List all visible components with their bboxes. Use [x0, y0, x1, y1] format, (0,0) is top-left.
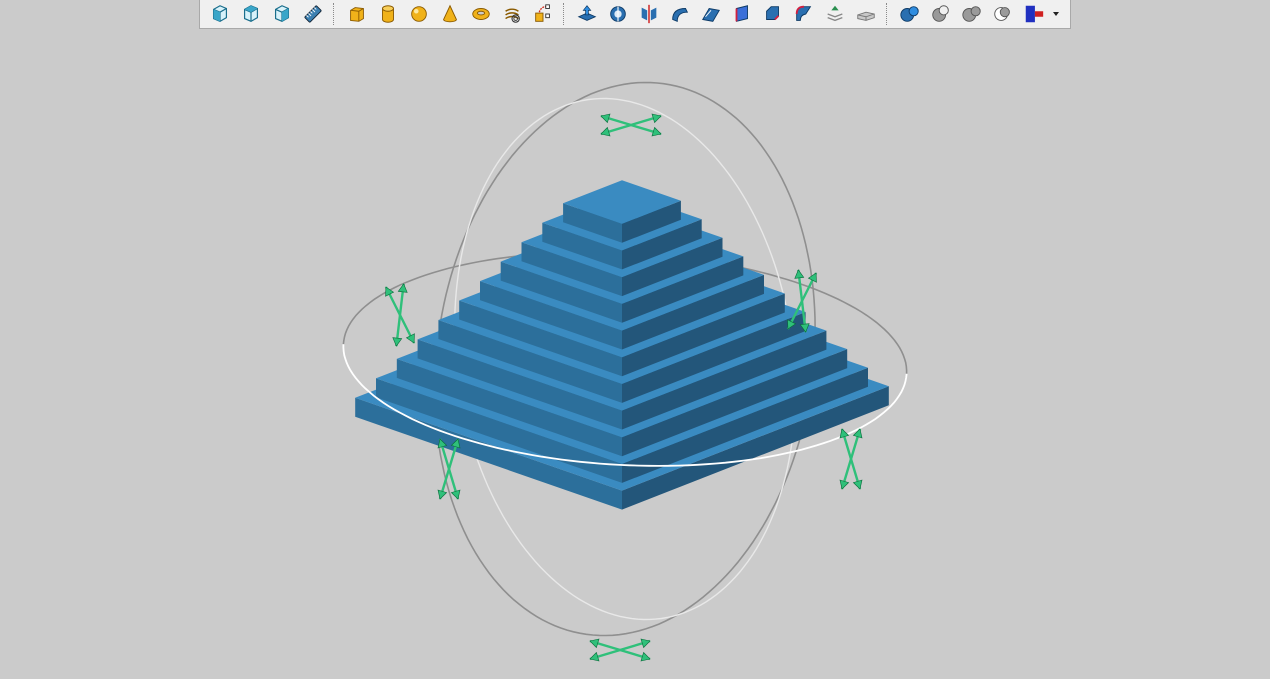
t-split-button[interactable]	[1020, 1, 1048, 27]
boolean-intersect-button[interactable]	[989, 1, 1017, 27]
ruler-measure-icon	[303, 5, 322, 23]
spring-primitive-button[interactable]	[498, 1, 526, 27]
view-cube-side-button[interactable]	[268, 1, 296, 27]
face-button[interactable]	[728, 1, 756, 27]
view-cube-front-icon	[212, 5, 227, 22]
plate-icon	[856, 11, 875, 21]
stepped-pyramid-model[interactable]	[355, 180, 889, 510]
layers-icon	[826, 5, 843, 22]
view-cube-iso-icon	[243, 5, 258, 22]
boolean-union-button[interactable]	[896, 1, 924, 27]
extrude-button[interactable]	[573, 1, 601, 27]
sweep-icon	[671, 8, 688, 23]
rotation-handle-5[interactable]	[839, 428, 863, 490]
3d-viewport[interactable]	[0, 29, 1270, 679]
toolbar-group-boolean	[894, 0, 1049, 28]
plate-button[interactable]	[852, 1, 880, 27]
chamfer-button[interactable]	[759, 1, 787, 27]
ruler-measure-button[interactable]	[299, 1, 327, 27]
scene-canvas[interactable]	[0, 29, 1270, 679]
cylinder-primitive-icon	[381, 5, 394, 23]
fillet-button[interactable]	[790, 1, 818, 27]
boolean-subtract-icon	[931, 5, 949, 22]
chamfer-icon	[765, 6, 779, 21]
toolbar-dropdown-button[interactable]	[1049, 1, 1063, 27]
toolbar-group-primitives	[341, 0, 558, 28]
view-cube-iso-button[interactable]	[237, 1, 265, 27]
cone-primitive-icon	[442, 4, 457, 23]
face-icon	[735, 5, 748, 22]
loft-icon	[701, 7, 720, 22]
curve-primitive-icon	[534, 4, 550, 22]
sphere-primitive-icon	[410, 6, 427, 22]
toolbar-group-operations	[571, 0, 881, 28]
toolbar-separator	[563, 3, 566, 25]
revolve-button[interactable]	[604, 1, 632, 27]
extrude-icon	[577, 5, 596, 21]
curve-primitive-button[interactable]	[529, 1, 557, 27]
toolbar-group-view-tools	[204, 0, 328, 28]
cone-primitive-button[interactable]	[436, 1, 464, 27]
mirror-button[interactable]	[635, 1, 663, 27]
torus-primitive-button[interactable]	[467, 1, 495, 27]
sweep-button[interactable]	[666, 1, 694, 27]
boolean-union-icon	[899, 6, 919, 22]
spring-primitive-icon	[504, 8, 520, 23]
boolean-merge-icon	[961, 6, 981, 22]
fillet-icon	[795, 5, 811, 21]
cylinder-primitive-button[interactable]	[374, 1, 402, 27]
layers-button[interactable]	[821, 1, 849, 27]
sphere-primitive-button[interactable]	[405, 1, 433, 27]
box-primitive-icon	[349, 7, 364, 22]
torus-primitive-icon	[471, 8, 490, 20]
toolbar-separator	[886, 3, 889, 25]
rotation-handle-2[interactable]	[384, 283, 416, 347]
boolean-subtract-button[interactable]	[927, 1, 955, 27]
revolve-icon	[609, 6, 626, 22]
view-cube-side-icon	[274, 5, 289, 22]
view-cube-front-button[interactable]	[206, 1, 234, 27]
chevron-down-icon	[1053, 12, 1059, 16]
toolbar-separator	[333, 3, 336, 25]
boolean-intersect-icon	[993, 7, 1010, 21]
t-split-icon	[1025, 5, 1043, 23]
toolbar	[199, 0, 1071, 29]
loft-button[interactable]	[697, 1, 725, 27]
box-primitive-button[interactable]	[343, 1, 371, 27]
rotation-handle-6[interactable]	[589, 638, 651, 662]
boolean-merge-button[interactable]	[958, 1, 986, 27]
rotation-handle-1[interactable]	[600, 113, 662, 137]
mirror-icon	[641, 4, 656, 24]
